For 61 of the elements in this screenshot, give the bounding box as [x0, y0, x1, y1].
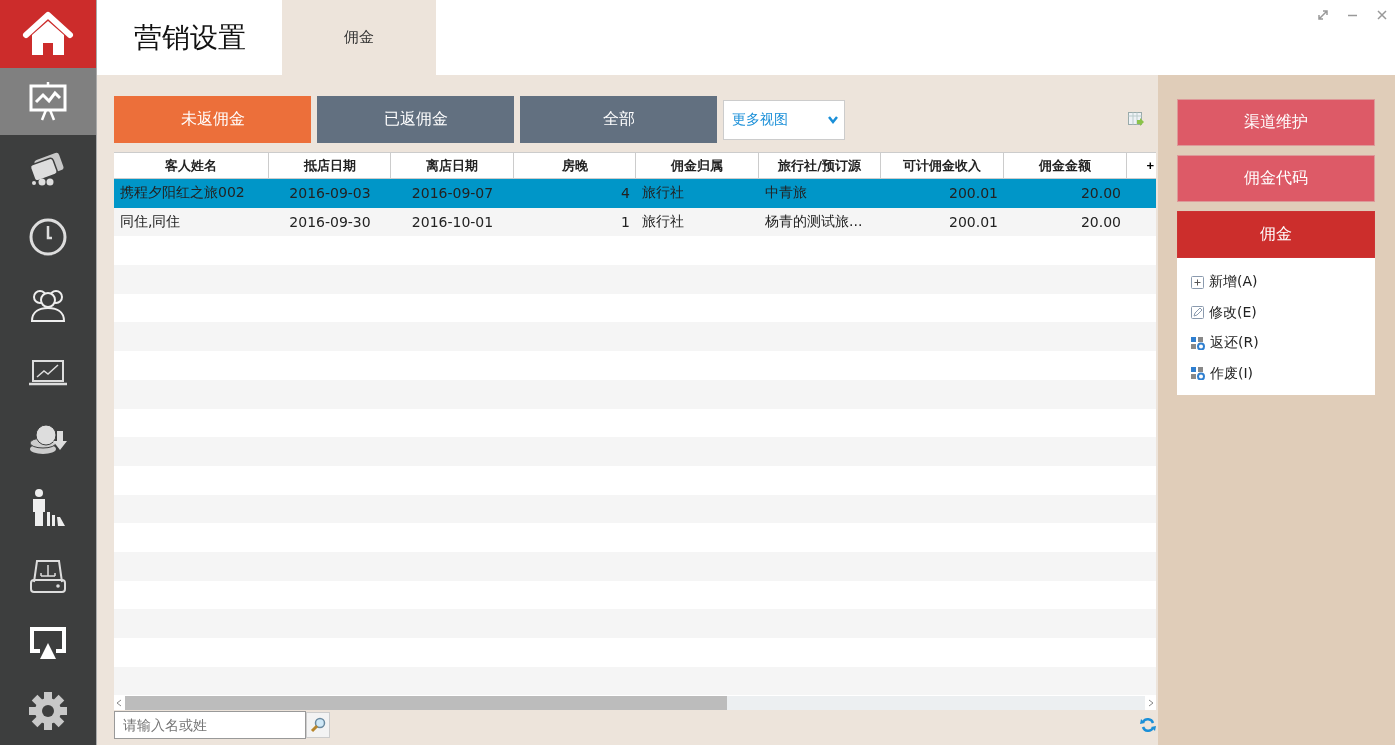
scroll-left-icon[interactable]: [116, 698, 122, 707]
menu-item[interactable]: 返还(R): [1191, 328, 1361, 359]
table-cell-text: 2016-10-01: [410, 214, 495, 231]
table-cell-text: 200.01: [948, 185, 999, 202]
maximize-icon[interactable]: [1318, 10, 1328, 20]
scroll-right-icon[interactable]: [1148, 698, 1154, 707]
table-row[interactable]: 同住,同住 2016-09-30 2016-10-01 1 旅行社 杨青的测试旅... 200.01 20.00: [114, 207, 1156, 237]
minimize-icon[interactable]: [1348, 13, 1357, 17]
table-row[interactable]: 携程夕阳红之旅002 2016-09-03 2016-09-07 4 旅行社 中青旅 200.01 20.00: [114, 179, 1156, 208]
settings-grid-icon: [1191, 336, 1205, 350]
screen-share-icon: [28, 625, 68, 662]
panel-button[interactable]: 渠道维护: [1177, 99, 1375, 146]
filter-button[interactable]: 已返佣金: [317, 96, 514, 143]
table-cell-text: 20.00: [1079, 214, 1122, 231]
search-button[interactable]: [306, 712, 330, 738]
presentation-chart-icon: [28, 81, 68, 122]
view-dropdown[interactable]: 更多视图: [723, 99, 845, 140]
column-header[interactable]: 客人姓名: [114, 153, 269, 178]
laptop-chart-icon: [28, 358, 68, 387]
table-cell-text: 旅行社: [641, 213, 685, 232]
table-cell-text: 2016-09-03: [288, 185, 372, 202]
sidebar-item[interactable]: [0, 67, 96, 136]
table-cell-text: 200.01: [948, 214, 999, 231]
column-header[interactable]: 房晚: [514, 153, 636, 178]
column-header[interactable]: 旅行社/预订源: [759, 153, 881, 178]
table-cell-text: 2016-09-07: [410, 185, 495, 202]
add-icon: [1191, 275, 1204, 289]
filter-button[interactable]: 全部: [520, 96, 717, 143]
horizontal-scrollbar[interactable]: [114, 695, 1156, 710]
panel-button[interactable]: 佣金: [1177, 211, 1375, 258]
edit-icon: [1191, 306, 1204, 320]
menu-item[interactable]: 新增(A): [1191, 267, 1361, 298]
table-cell-text: 20.00: [1079, 185, 1122, 202]
settings-icon: [28, 691, 68, 732]
table-cell-text: 旅行社: [641, 184, 685, 203]
network-drive-icon: [28, 557, 68, 594]
table-cell-text: 中青旅: [764, 184, 808, 203]
page-title: 营销设置: [132, 19, 247, 56]
table-cell-text: 2016-09-30: [288, 214, 372, 231]
table-cell-text: 4: [620, 185, 631, 202]
menu-item[interactable]: 作废(I): [1191, 358, 1361, 389]
column-header[interactable]: 佣金归属: [636, 153, 759, 178]
menu-item[interactable]: 修改(E): [1191, 297, 1361, 328]
column-header[interactable]: 可计佣金收入: [881, 153, 1004, 178]
close-icon[interactable]: [1377, 10, 1387, 20]
sidebar-item[interactable]: [0, 0, 96, 68]
tab[interactable]: 佣金: [282, 0, 436, 75]
chevron-down-icon: [828, 115, 838, 124]
search-field[interactable]: 请输入名或姓: [114, 711, 306, 739]
settings-grid-icon: [1191, 367, 1205, 381]
column-header[interactable]: 抵店日期: [269, 153, 391, 178]
clock-icon: [28, 217, 68, 258]
panel-button[interactable]: 佣金代码: [1177, 155, 1375, 202]
table-cell-text: 携程夕阳红之旅002: [119, 184, 246, 203]
table-cell-text: 同住,同住: [119, 213, 182, 232]
search-icon: [310, 717, 326, 733]
table-cell-text: 1: [620, 214, 631, 231]
table-cell-text: 杨青的测试旅...: [764, 213, 864, 232]
refresh-icon[interactable]: [1140, 717, 1156, 733]
home-icon: [22, 10, 74, 57]
column-header[interactable]: 离店日期: [391, 153, 514, 178]
